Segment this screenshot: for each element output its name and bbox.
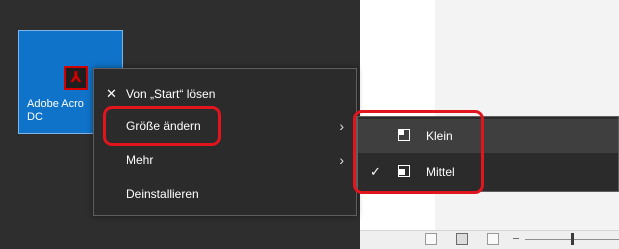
menu-item-label: Mehr [126,153,154,167]
menu-item-uninstall[interactable]: Deinstallieren [94,179,356,209]
screen: ⅄ Adobe Acro DC ✕ Von „Start“ lösen Größ… [0,0,619,249]
chevron-right-icon: › [339,152,344,168]
menu-item-label: Deinstallieren [126,187,199,201]
acrobat-icon: ⅄ [64,66,88,90]
zoom-out-icon[interactable] [513,238,519,239]
menu-item-label: Von „Start“ lösen [126,87,216,101]
annotation-highlight-resize [103,106,221,146]
web-layout-icon[interactable] [487,233,499,245]
read-mode-icon[interactable] [425,233,437,245]
unpin-icon: ✕ [106,86,117,101]
chevron-right-icon: › [339,118,344,134]
print-layout-icon[interactable] [456,233,468,245]
menu-item-unpin[interactable]: ✕ Von „Start“ lösen [94,79,356,109]
annotation-highlight-submenu [353,110,484,194]
zoom-slider-thumb[interactable] [571,233,574,245]
menu-item-more[interactable]: Mehr › [94,145,356,175]
